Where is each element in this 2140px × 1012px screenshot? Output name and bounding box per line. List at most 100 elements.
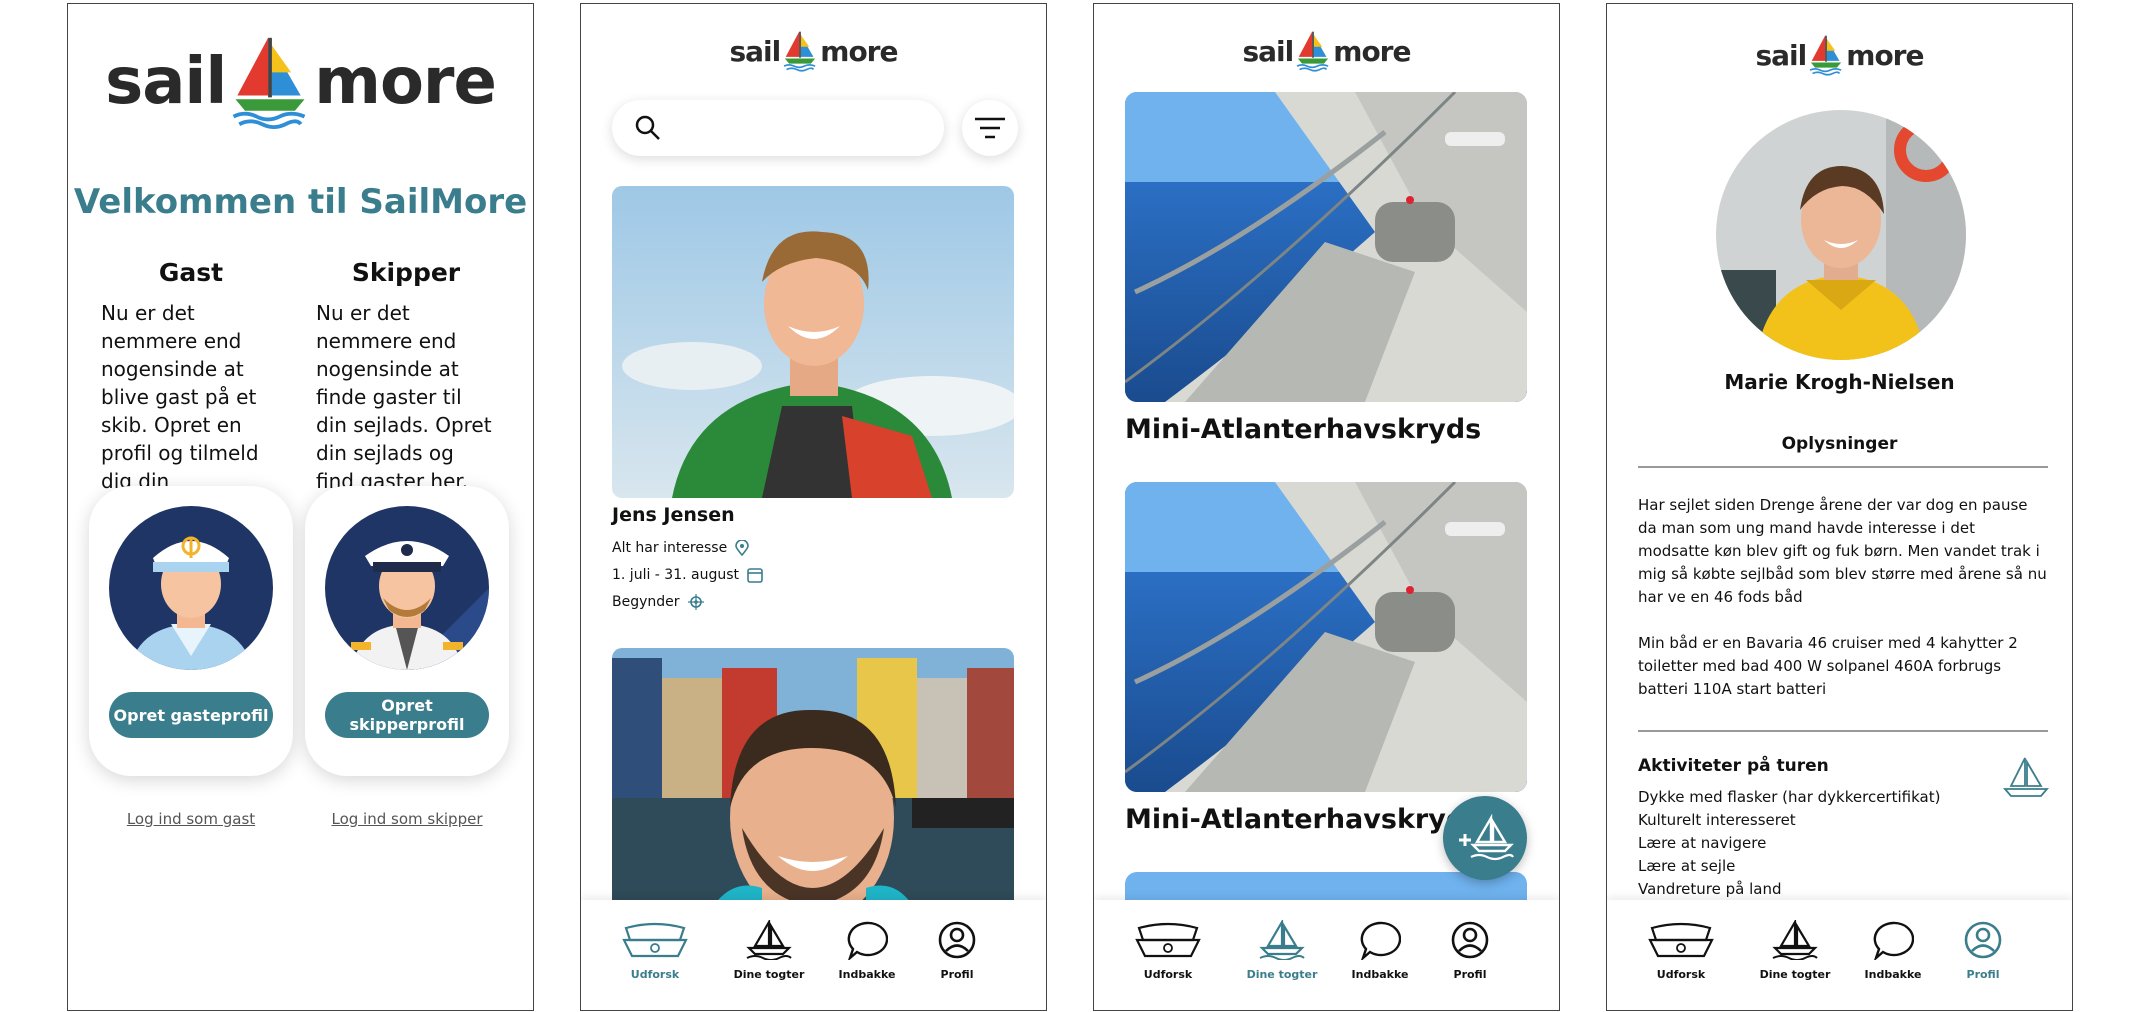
nav-explore[interactable]: Udforsk [1130,920,1206,981]
ship-wheel-icon [687,594,704,610]
section-heading: Oplysninger [1781,434,1898,454]
sailboat-icon [1772,920,1818,960]
level-text: Begynder [612,594,680,610]
nav-trips-label: Dine togter [1759,968,1831,981]
sailmore-logo: sail more [581,30,1046,72]
gast-title: Gast [158,258,224,287]
nav-profile-label: Profil [940,968,974,981]
login-skipper-link[interactable]: Log ind som skipper [307,810,507,828]
sailor-hat-icon [622,922,688,958]
trip-image[interactable] [1125,92,1527,402]
interest-line: Alt har interesse [612,540,750,556]
activity-item: Vandreture på land [1638,880,1782,898]
skipper-title: Skipper [351,258,461,287]
sailboat-logo-icon [1296,30,1330,72]
nav-trips-label: Dine togter [1246,968,1318,981]
create-gast-profile-button[interactable]: Opret gasteprofil [109,692,273,738]
sailor-hat-icon [1648,922,1714,958]
sailmore-logo: sail more [1094,30,1559,72]
nav-inbox-label: Indbakke [1351,968,1409,981]
trips-screen: sail more Mini-Atlanterhavskryds Mini-At… [1093,3,1560,1011]
search-icon [635,115,660,140]
nav-trips-label: Dine togter [733,968,805,981]
filter-icon [975,117,1005,139]
sailboat-icon [2003,757,2049,797]
skipper-description: Nu er det nemmere end nogensinde at find… [316,301,492,493]
location-pin-icon [735,540,750,556]
user-circle-icon [938,921,976,959]
calendar-icon [747,568,763,583]
sailboat-logo-icon [783,30,817,72]
sailboat-icon [746,920,792,960]
sailboat-icon [1259,920,1305,960]
gast-section: Gast Nu er det nemmere end nogensinde at… [101,258,281,523]
trip-title[interactable]: Mini-Atlanterhavskryds [1125,414,1481,445]
person-photo-2[interactable] [612,648,1014,908]
nav-profile[interactable]: Profil [1440,920,1500,981]
dates-text: 1. juli - 31. august [612,567,740,583]
user-circle-icon [1451,921,1489,959]
logo-text-left: sail [1242,34,1295,68]
person-photo[interactable] [612,186,1014,498]
nav-explore[interactable]: Udforsk [1643,920,1719,981]
nav-profile-label: Profil [1966,968,2000,981]
trip-title[interactable]: Mini-Atlanterhavskryds [1125,804,1481,835]
filter-button[interactable] [962,100,1018,156]
welcome-screen: sail more Velkommen til SailMore Gast Nu… [67,3,534,1011]
chat-bubble-icon [1873,921,1914,960]
logo-text-left: sail [105,45,227,119]
activity-item: Lære at sejle [1638,857,1736,875]
profile-photo [1716,110,1966,360]
bottom-nav: Udforsk Dine togter Indbakke Profil [581,900,1046,1010]
nav-profile-label: Profil [1453,968,1487,981]
logo-text-left: sail [729,34,782,68]
nav-trips[interactable]: Dine togter [731,920,807,981]
person-name: Jens Jensen [612,504,735,526]
bottom-nav: Udforsk Dine togter Indbakke Profil [1607,900,2072,1010]
nav-inbox-label: Indbakke [838,968,896,981]
sailmore-logo: sail more [68,34,533,130]
nav-explore[interactable]: Udforsk [617,920,693,981]
nav-explore-label: Udforsk [630,968,680,981]
sailor-avatar [109,506,273,670]
search-input[interactable] [674,110,924,146]
add-sailboat-icon [1459,814,1514,861]
create-skipper-profile-button[interactable]: Opret skipperprofil [325,692,489,738]
gast-card: Opret gasteprofil [89,486,293,776]
activity-item: Lære at navigere [1638,834,1767,852]
search-bar [612,100,944,156]
skipper-section: Skipper Nu er det nemmere end nogensinde… [316,258,496,495]
add-trip-button[interactable] [1443,796,1527,880]
login-gast-link[interactable]: Log ind som gast [91,810,291,828]
captain-avatar [325,506,489,670]
nav-profile[interactable]: Profil [1953,920,2013,981]
user-circle-icon [1964,921,2002,959]
dates-line: 1. juli - 31. august [612,567,763,583]
logo-text-left: sail [1755,38,1808,72]
logo-text-right: more [1846,38,1924,72]
nav-trips[interactable]: Dine togter [1244,920,1320,981]
nav-inbox[interactable]: Indbakke [1350,920,1410,981]
nav-inbox-label: Indbakke [1864,968,1922,981]
activities-title: Aktiviteter på turen [1638,756,1829,776]
trip-image[interactable] [1125,482,1527,792]
nav-inbox[interactable]: Indbakke [837,920,897,981]
nav-trips[interactable]: Dine togter [1757,920,1833,981]
profile-name: Marie Krogh-Nielsen [1724,370,1955,394]
level-line: Begynder [612,594,704,610]
sailboat-logo-icon [1809,34,1843,76]
logo-text-right: more [1333,34,1411,68]
divider [1638,466,2048,468]
logo-text-right: more [820,34,898,68]
nav-profile[interactable]: Profil [927,920,987,981]
bio-paragraph-1: Har sejlet siden Drenge årene der var do… [1638,496,2047,606]
nav-inbox[interactable]: Indbakke [1863,920,1923,981]
chat-bubble-icon [1360,921,1401,960]
chat-bubble-icon [847,921,888,960]
welcome-title: Velkommen til SailMore [73,182,528,222]
logo-text-right: more [314,45,497,119]
bottom-nav: Udforsk Dine togter Indbakke Profil [1094,900,1559,1010]
nav-explore-label: Udforsk [1143,968,1193,981]
explore-screen: sail more Jens Jensen Alt har interesse … [580,3,1047,1011]
interest-text: Alt har interesse [612,540,728,556]
